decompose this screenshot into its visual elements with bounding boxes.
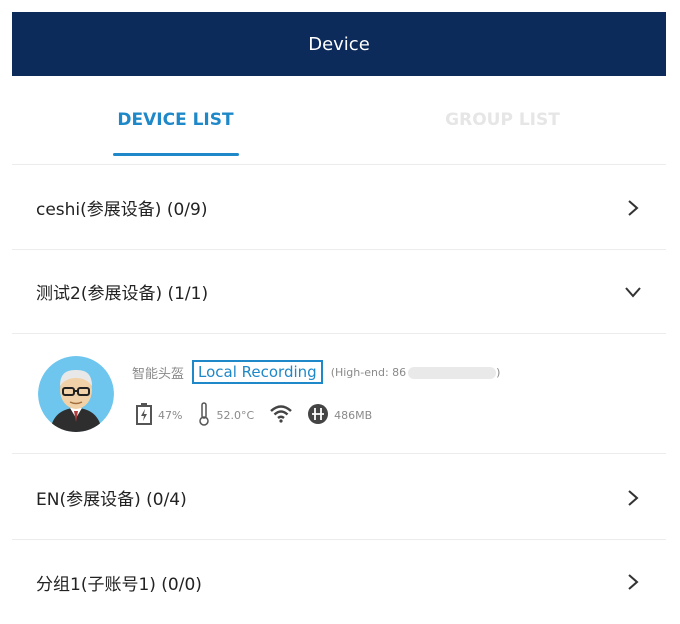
device-avatar (38, 356, 114, 432)
device-model: (High-end: 86) (330, 365, 501, 379)
battery-stat: 47% (136, 403, 182, 428)
storage-icon (308, 404, 329, 427)
group-label: 测试2(参展设备) (1/1) (36, 284, 209, 304)
wifi-icon (270, 405, 292, 426)
group-row-group1[interactable]: 分组1(子账号1) (0/0) (12, 540, 666, 624)
thermometer-icon (198, 402, 210, 429)
group-row-en[interactable]: EN(参展设备) (0/4) (12, 456, 666, 540)
app-header: Device (12, 12, 666, 76)
page-title: Device (308, 33, 370, 55)
chevron-down-icon (624, 283, 642, 301)
group-label: 分组1(子账号1) (0/0) (36, 574, 202, 595)
battery-value: 47% (158, 409, 183, 422)
wifi-stat (270, 405, 292, 426)
group-row-test2[interactable]: 测试2(参展设备) (1/1) (12, 250, 666, 334)
device-item[interactable]: 智能头盔 Local Recording (High-end: 86) 47% (12, 334, 666, 454)
group-row-ceshi[interactable]: ceshi(参展设备) (0/9) (12, 166, 666, 250)
tab-group-list[interactable]: GROUP LIST (339, 76, 666, 164)
storage-value: 486MB (334, 409, 373, 422)
device-model-suffix: ) (496, 365, 501, 379)
battery-icon (136, 403, 152, 428)
chevron-right-icon (624, 573, 642, 591)
storage-stat: 486MB (308, 404, 372, 427)
device-stats: 47% 52.0°C 486MB (136, 402, 380, 429)
chevron-right-icon (624, 489, 642, 507)
group-label: ceshi(参展设备) (0/9) (36, 200, 208, 220)
temperature-value: 52.0°C (216, 409, 255, 422)
tab-group-list-label: GROUP LIST (445, 110, 560, 130)
temperature-stat: 52.0°C (198, 402, 254, 429)
chevron-right-icon (624, 199, 642, 217)
device-info-line: 智能头盔 Local Recording (High-end: 86) (132, 360, 500, 384)
tab-device-list-label: DEVICE LIST (117, 110, 234, 130)
tab-device-list[interactable]: DEVICE LIST (12, 76, 339, 164)
group-label: EN(参展设备) (0/4) (36, 490, 187, 510)
recording-badge[interactable]: Local Recording (192, 360, 323, 384)
redacted-id (408, 366, 497, 379)
device-model-prefix: (High-end: 86 (330, 365, 407, 379)
active-tab-indicator (112, 153, 239, 156)
device-name: 智能头盔 (132, 366, 185, 382)
tab-bar: DEVICE LIST GROUP LIST (12, 76, 666, 165)
